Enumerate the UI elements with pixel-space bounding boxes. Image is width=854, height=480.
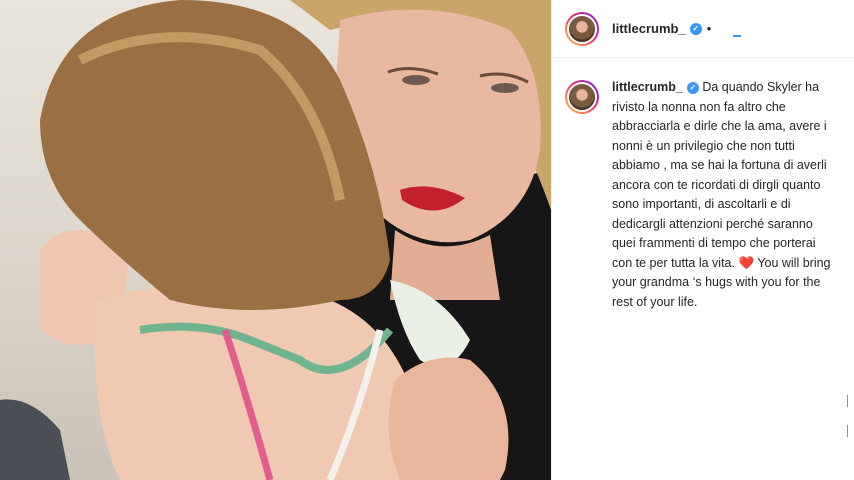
follow-link[interactable]: [733, 34, 742, 37]
header-username[interactable]: littlecrumb_: [612, 21, 686, 36]
separator-dot: •: [706, 21, 712, 36]
photo-illustration: [0, 0, 551, 480]
caption-username[interactable]: littlecrumb_: [612, 80, 683, 94]
avatar[interactable]: [565, 11, 599, 46]
post-photo[interactable]: [0, 0, 551, 480]
avatar[interactable]: [565, 80, 599, 114]
caption-comment: littlecrumb_ ✓ Da quando Skyler ha rivist…: [565, 78, 847, 312]
heart-emoji-icon: ❤️: [738, 255, 755, 270]
scroll-tick: [847, 395, 850, 407]
caption-text: littlecrumb_ ✓ Da quando Skyler ha rivist…: [612, 78, 834, 312]
verified-badge-icon: ✓: [689, 22, 702, 35]
post-header: littlecrumb_ ✓ •: [552, 0, 854, 58]
post-details-pane: littlecrumb_ ✓ • littlecrumb_ ✓ Da quando…: [551, 0, 854, 480]
caption-body: Da quando Skyler ha rivisto la nonna non…: [612, 80, 827, 270]
scroll-tick: [847, 425, 850, 437]
verified-badge-icon: ✓: [686, 82, 699, 94]
